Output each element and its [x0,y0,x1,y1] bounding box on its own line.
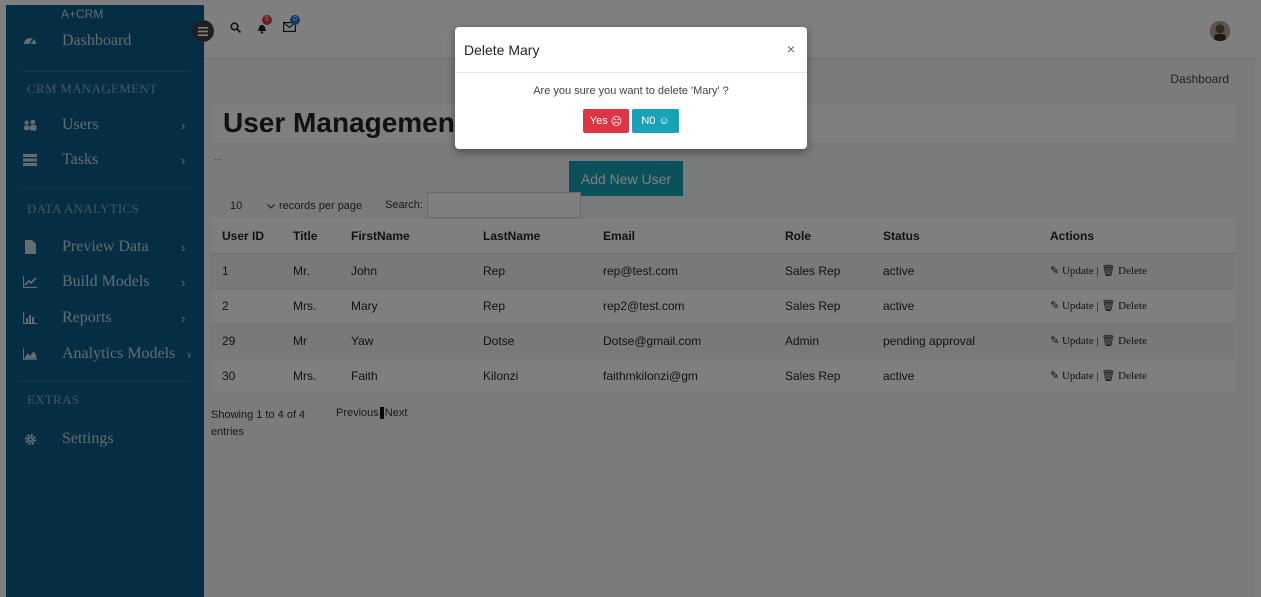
delete-confirm-modal: Delete Mary × Are you sure you want to d… [455,27,807,149]
close-icon[interactable]: × [787,41,795,57]
modal-message: Are you sure you want to delete 'Mary' ? [533,85,729,97]
no-label: N0 [641,115,656,127]
confirm-no-button[interactable]: N0 ☺ [632,109,679,133]
sad-face-icon: ☹ [610,115,623,128]
modal-title: Delete Mary [464,42,540,58]
confirm-yes-button[interactable]: Yes ☹ [583,109,629,133]
smile-face-icon: ☺ [658,115,670,127]
yes-label: Yes [589,115,608,127]
modal-divider [455,72,807,73]
